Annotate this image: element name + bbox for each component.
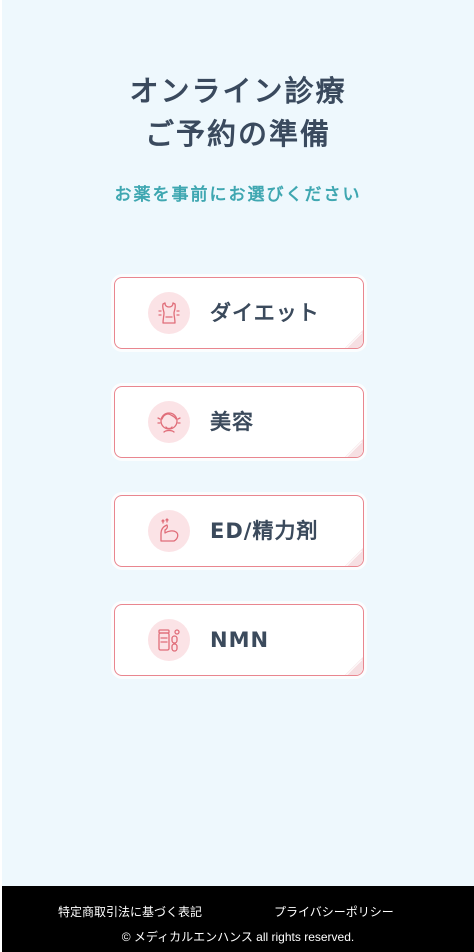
beauty-face-icon bbox=[148, 401, 190, 443]
page-subtitle: お薬を事前にお選びください bbox=[114, 185, 362, 205]
category-button-nmn[interactable]: NMN bbox=[114, 604, 364, 676]
category-button-ed[interactable]: ED/精力剤 bbox=[114, 495, 364, 567]
page-title-line-2: ご予約の準備 bbox=[144, 117, 331, 151]
footer: 特定商取引法に基づく表記 プライバシーポリシー © メディカルエンハンス all… bbox=[2, 886, 474, 952]
legal-notice-link[interactable]: 特定商取引法に基づく表記 bbox=[58, 903, 202, 920]
category-label-beauty: 美容 bbox=[210, 410, 254, 434]
category-button-diet[interactable]: ダイエット bbox=[114, 277, 364, 349]
copyright-text: © メディカルエンハンス all rights reserved. bbox=[121, 930, 355, 944]
page-background: オンライン診療 ご予約の準備 お薬を事前にお選びください ダイエット 美容 ED… bbox=[2, 0, 474, 952]
category-label-ed: ED/精力剤 bbox=[210, 519, 319, 543]
page-title: オンライン診療 ご予約の準備 bbox=[2, 70, 474, 156]
privacy-policy-link[interactable]: プライバシーポリシー bbox=[274, 903, 394, 920]
category-label-nmn: NMN bbox=[210, 628, 270, 652]
supplement-bottle-icon bbox=[148, 619, 190, 661]
category-label-diet: ダイエット bbox=[210, 301, 320, 325]
category-button-beauty[interactable]: 美容 bbox=[114, 386, 364, 458]
diet-torso-icon bbox=[148, 292, 190, 334]
muscle-arm-icon bbox=[148, 510, 190, 552]
page-title-line-1: オンライン診療 bbox=[129, 74, 347, 108]
